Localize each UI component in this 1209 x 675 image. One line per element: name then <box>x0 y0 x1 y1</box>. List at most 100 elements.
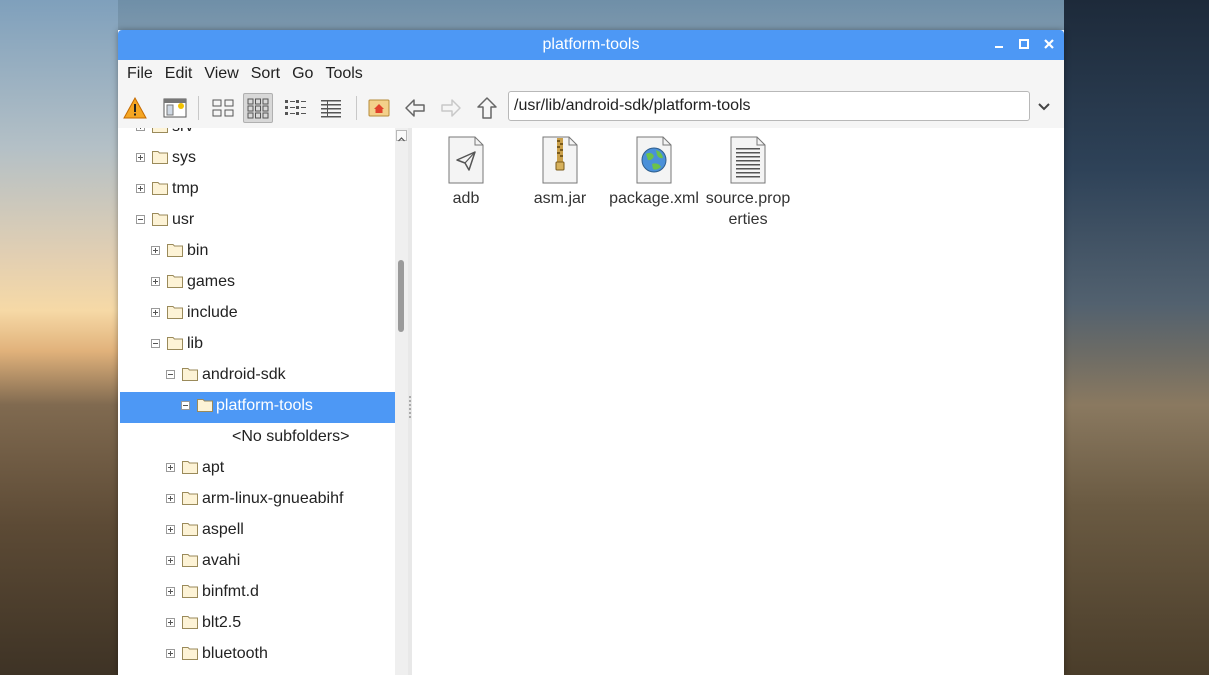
expand-icon[interactable] <box>166 649 175 658</box>
tree-scrollbar[interactable] <box>395 128 408 675</box>
tree-item-label: tmp <box>172 180 199 197</box>
file-item-source-properties[interactable]: source.properties <box>702 136 794 230</box>
folder-icon <box>152 151 168 164</box>
toolbar-separator <box>356 96 357 120</box>
file-item-adb[interactable]: adb <box>420 136 512 209</box>
folder-icon <box>197 399 213 412</box>
collapse-icon[interactable] <box>181 401 190 410</box>
menu-go[interactable]: Go <box>292 65 313 83</box>
tree-item-srv[interactable]: srv <box>118 128 395 144</box>
tree-item-apt[interactable]: apt <box>118 454 395 485</box>
home-button[interactable] <box>364 93 394 123</box>
folder-icon <box>182 554 198 567</box>
file-item-package-xml[interactable]: package.xml <box>608 136 700 209</box>
tree-item-usr[interactable]: usr <box>118 206 395 237</box>
collapse-icon[interactable] <box>136 215 145 224</box>
folder-icon <box>152 213 168 226</box>
folder-icon <box>182 368 198 381</box>
tree-item-lib[interactable]: lib <box>118 330 395 361</box>
collapse-icon[interactable] <box>166 370 175 379</box>
expand-icon[interactable] <box>136 128 145 131</box>
path-bar[interactable]: /usr/lib/android-sdk/platform-tools <box>508 91 1030 121</box>
file-manager-window: platform-tools File Edit View Sort Go To… <box>118 30 1064 675</box>
expand-icon[interactable] <box>166 463 175 472</box>
folder-icon <box>167 306 183 319</box>
tree-item-games[interactable]: games <box>118 268 395 299</box>
menu-bar: File Edit View Sort Go Tools <box>118 60 1064 88</box>
icon-view-button[interactable] <box>208 93 238 123</box>
close-button[interactable] <box>1042 37 1056 51</box>
expand-icon[interactable] <box>151 246 160 255</box>
tree-item-label: usr <box>172 211 195 228</box>
tree-item-label: srv <box>172 128 193 136</box>
forward-icon <box>441 99 461 117</box>
title-bar[interactable]: platform-tools <box>118 30 1064 60</box>
home-icon <box>368 99 390 117</box>
chevron-up-icon <box>398 137 405 142</box>
file-view[interactable]: adb asm.jar package.xml source.propertie… <box>412 128 1064 675</box>
tree-item-arm-linux-gnueabihf[interactable]: arm-linux-gnueabihf <box>118 485 395 516</box>
menu-file[interactable]: File <box>127 65 153 83</box>
folder-icon <box>182 616 198 629</box>
close-icon <box>1044 39 1054 49</box>
tree-item-platform-tools[interactable]: platform-tools <box>120 392 395 423</box>
collapse-icon[interactable] <box>151 339 160 348</box>
minimize-icon <box>995 46 1003 48</box>
new-window-button[interactable] <box>160 93 190 123</box>
tree-item-bluetooth[interactable]: bluetooth <box>118 640 395 671</box>
expand-icon[interactable] <box>136 153 145 162</box>
directory-tree[interactable]: srv sys tmp usr bin <box>118 128 395 675</box>
expand-icon[interactable] <box>166 618 175 627</box>
tree-item-label: <No subfolders> <box>232 428 350 445</box>
minimize-button[interactable] <box>992 37 1006 51</box>
folder-icon <box>167 244 183 257</box>
tree-item-aspell[interactable]: aspell <box>118 516 395 547</box>
tree-item-android-sdk[interactable]: android-sdk <box>118 361 395 392</box>
expand-icon[interactable] <box>166 494 175 503</box>
back-button[interactable] <box>400 93 430 123</box>
compact-view-button[interactable] <box>280 93 310 123</box>
expand-icon[interactable] <box>151 277 160 286</box>
splitter-grip <box>409 396 411 418</box>
expand-icon[interactable] <box>166 556 175 565</box>
tree-item-include[interactable]: include <box>118 299 395 330</box>
expand-icon[interactable] <box>151 308 160 317</box>
tree-item-blt2-5[interactable]: blt2.5 <box>118 609 395 640</box>
tree-item-label: platform-tools <box>216 397 313 414</box>
tree-item-tmp[interactable]: tmp <box>118 175 395 206</box>
list-view-button[interactable] <box>316 93 346 123</box>
tree-item-label: android-sdk <box>202 366 286 383</box>
menu-tools[interactable]: Tools <box>325 65 362 83</box>
up-icon <box>477 97 497 119</box>
xml-document-icon <box>635 136 673 184</box>
menu-view[interactable]: View <box>204 65 238 83</box>
folder-icon <box>167 337 183 350</box>
forward-button[interactable] <box>436 93 466 123</box>
tree-item-label: include <box>187 304 238 321</box>
scrollbar-thumb[interactable] <box>398 260 404 332</box>
path-history-dropdown[interactable] <box>1035 98 1053 116</box>
desktop-wallpaper-left <box>0 0 118 675</box>
expand-icon[interactable] <box>136 184 145 193</box>
tree-item-label: apt <box>202 459 225 476</box>
tree-item-sys[interactable]: sys <box>118 144 395 175</box>
menu-sort[interactable]: Sort <box>251 65 280 83</box>
warning-button[interactable] <box>120 93 150 123</box>
tree-item-avahi[interactable]: avahi <box>118 547 395 578</box>
file-name: source.properties <box>705 190 791 228</box>
scroll-up-button[interactable] <box>396 130 407 142</box>
tree-item-bin[interactable]: bin <box>118 237 395 268</box>
maximize-button[interactable] <box>1017 37 1031 51</box>
tree-item-binfmt-d[interactable]: binfmt.d <box>118 578 395 609</box>
window-title: platform-tools <box>542 36 640 53</box>
thumbnail-view-button[interactable] <box>243 93 273 123</box>
maximize-icon <box>1019 39 1029 49</box>
file-item-asm-jar[interactable]: asm.jar <box>514 136 606 209</box>
expand-icon[interactable] <box>166 587 175 596</box>
expand-icon[interactable] <box>166 525 175 534</box>
menu-edit[interactable]: Edit <box>165 65 193 83</box>
up-button[interactable] <box>472 93 502 123</box>
folder-icon <box>167 275 183 288</box>
desktop-wallpaper-right <box>1064 0 1209 675</box>
file-name: adb <box>452 190 480 207</box>
